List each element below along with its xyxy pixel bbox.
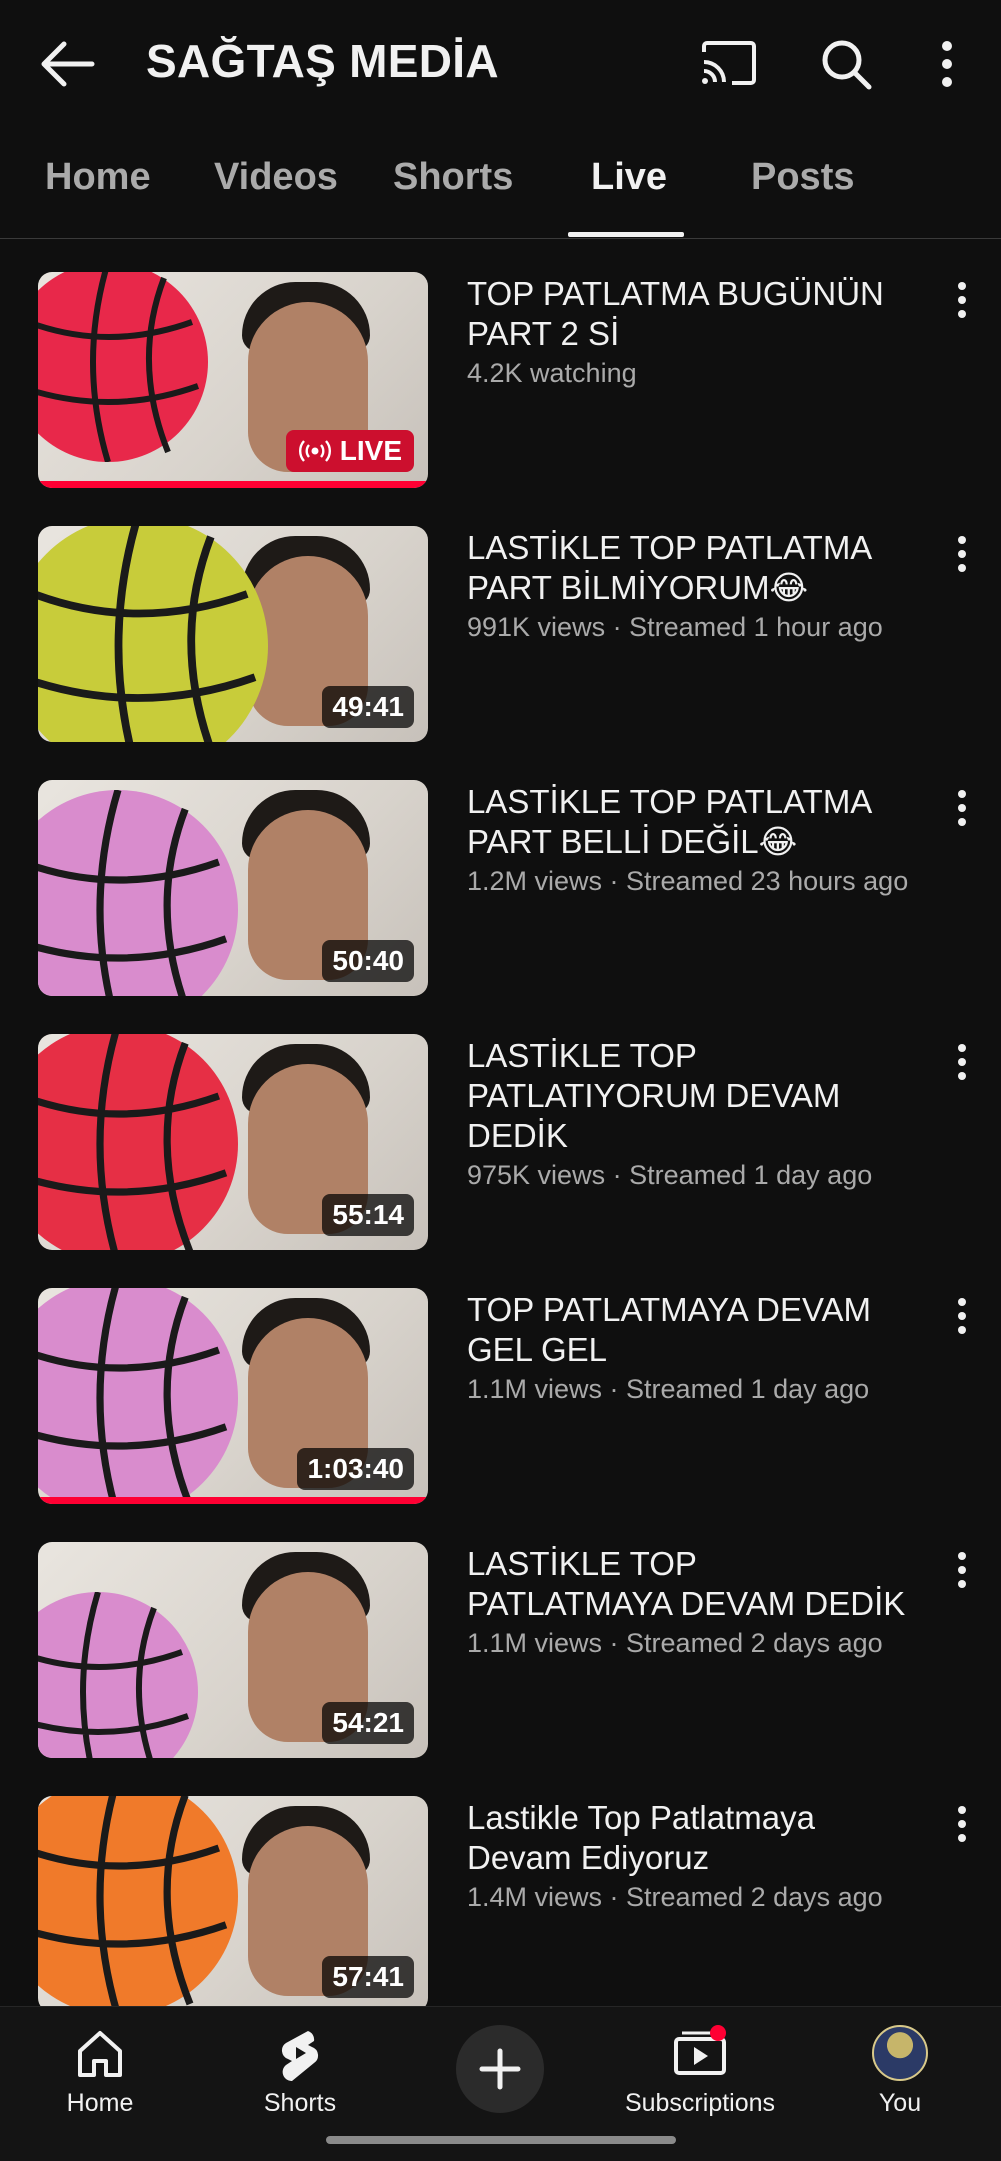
video-more-options-icon[interactable] [950, 1804, 974, 1844]
thumbnail-ball [38, 790, 238, 996]
video-thumbnail[interactable]: 50:40 [38, 780, 428, 996]
video-thumbnail[interactable]: 49:41 [38, 526, 428, 742]
thumbnail-ball [38, 1592, 198, 1758]
ball-pattern [38, 1288, 238, 1504]
ball-pattern [38, 1592, 198, 1758]
video-more-options-icon[interactable] [950, 1550, 974, 1590]
video-more-options-icon[interactable] [950, 788, 974, 828]
video-title[interactable]: Lastikle Top Patlatmaya Devam Ediyoruz [467, 1798, 907, 1878]
ball-pattern [38, 790, 238, 996]
thumbnail-ball [38, 1796, 238, 2012]
tab-home[interactable]: Home [45, 156, 151, 199]
video-duration: 50:40 [322, 940, 414, 982]
video-row[interactable]: 49:41 LASTİKLE TOP PATLATMA PART BİLMİYO… [0, 492, 1001, 746]
video-meta: 1.1M views · Streamed 1 day ago [467, 1374, 870, 1404]
video-more-options-icon[interactable] [950, 280, 974, 320]
video-title[interactable]: LASTİKLE TOP PATLATIYORUM DEVAM DEDİK [467, 1036, 907, 1156]
channel-tabs: Home Videos Shorts Live Posts [0, 128, 1001, 239]
video-meta: 975K views · Streamed 1 day ago [467, 1160, 873, 1190]
video-row[interactable]: LIVE TOP PATLATMA BUGÜNÜN PART 2 Sİ 4.2K… [0, 238, 1001, 492]
video-meta: 1.4M views · Streamed 2 days ago [467, 1882, 883, 1912]
video-thumbnail[interactable]: 1:03:40 [38, 1288, 428, 1504]
video-title[interactable]: LASTİKLE TOP PATLATMA PART BELLİ DEĞİL😂 [467, 782, 907, 862]
back-arrow-icon[interactable] [38, 38, 96, 90]
search-icon[interactable] [820, 38, 872, 90]
nav-subscriptions-label: Subscriptions [624, 2089, 776, 2117]
video-row[interactable]: 57:41 Lastikle Top Patlatmaya Devam Ediy… [0, 1762, 1001, 2016]
thumbnail-ball [38, 272, 208, 462]
avatar [872, 2025, 928, 2081]
tab-live[interactable]: Live [591, 156, 667, 199]
video-duration: 57:41 [322, 1956, 414, 1998]
video-duration: 54:21 [322, 1702, 414, 1744]
video-meta: 4.2K watching [467, 358, 637, 388]
nav-subscriptions[interactable]: Subscriptions [620, 2025, 780, 2118]
nav-you[interactable]: You [820, 2025, 980, 2118]
video-meta: 1.2M views · Streamed 23 hours ago [467, 866, 909, 896]
shorts-icon [282, 2031, 318, 2081]
thumbnail-ball [38, 1288, 238, 1504]
tab-videos[interactable]: Videos [214, 156, 338, 199]
app-bar: SAĞTAŞ MEDİA [0, 0, 1001, 128]
home-icon [78, 2031, 122, 2077]
ball-pattern [38, 1796, 238, 2012]
video-title[interactable]: LASTİKLE TOP PATLATMA PART BİLMİYORUM😂 [467, 528, 907, 608]
live-badge: LIVE [285, 430, 414, 472]
ball-pattern [38, 272, 208, 462]
watch-progress-bar [38, 1497, 428, 1504]
video-meta: 1.1M views · Streamed 2 days ago [467, 1628, 883, 1658]
nav-shorts-label: Shorts [263, 2089, 337, 2117]
channel-title: SAĞTAŞ MEDİA [146, 35, 499, 87]
video-thumbnail[interactable]: 54:21 [38, 1542, 428, 1758]
ball-pattern [38, 1034, 238, 1250]
gesture-home-bar [326, 2136, 676, 2144]
video-more-options-icon[interactable] [950, 534, 974, 574]
video-duration: 49:41 [322, 686, 414, 728]
video-thumbnail[interactable]: LIVE [38, 272, 428, 488]
nav-home-label: Home [66, 2089, 134, 2117]
more-options-icon[interactable] [930, 38, 964, 90]
tab-posts[interactable]: Posts [751, 156, 854, 199]
video-more-options-icon[interactable] [950, 1296, 974, 1336]
video-title[interactable]: TOP PATLATMAYA DEVAM GEL GEL [467, 1290, 907, 1370]
subscriptions-icon [674, 2025, 726, 2075]
video-title[interactable]: LASTİKLE TOP PATLATMAYA DEVAM DEDİK [467, 1544, 907, 1624]
live-broadcast-icon [298, 440, 331, 462]
video-more-options-icon[interactable] [950, 1042, 974, 1082]
video-row[interactable]: 1:03:40 TOP PATLATMAYA DEVAM GEL GEL 1.1… [0, 1254, 1001, 1508]
watch-progress-bar [38, 481, 428, 488]
video-duration: 1:03:40 [297, 1448, 414, 1490]
video-row[interactable]: 54:21 LASTİKLE TOP PATLATMAYA DEVAM DEDİ… [0, 1508, 1001, 1762]
nav-home[interactable]: Home [20, 2025, 180, 2118]
thumbnail-ball [38, 526, 268, 742]
cast-icon[interactable] [700, 40, 758, 86]
video-thumbnail[interactable]: 57:41 [38, 1796, 428, 2012]
tab-shorts[interactable]: Shorts [393, 156, 513, 199]
thumbnail-ball [38, 1034, 238, 1250]
nav-you-label: You [878, 2089, 922, 2117]
plus-icon [479, 2048, 521, 2090]
video-duration: 55:14 [322, 1194, 414, 1236]
active-tab-indicator [568, 232, 684, 237]
video-row[interactable]: 55:14 LASTİKLE TOP PATLATIYORUM DEVAM DE… [0, 1000, 1001, 1254]
video-title[interactable]: TOP PATLATMA BUGÜNÜN PART 2 Sİ [467, 274, 907, 354]
nav-shorts[interactable]: Shorts [220, 2025, 380, 2118]
live-badge-label: LIVE [339, 435, 402, 466]
ball-pattern [38, 526, 268, 742]
create-button[interactable] [456, 2025, 544, 2113]
video-row[interactable]: 50:40 LASTİKLE TOP PATLATMA PART BELLİ D… [0, 746, 1001, 1000]
video-meta: 991K views · Streamed 1 hour ago [467, 612, 883, 642]
video-thumbnail[interactable]: 55:14 [38, 1034, 428, 1250]
